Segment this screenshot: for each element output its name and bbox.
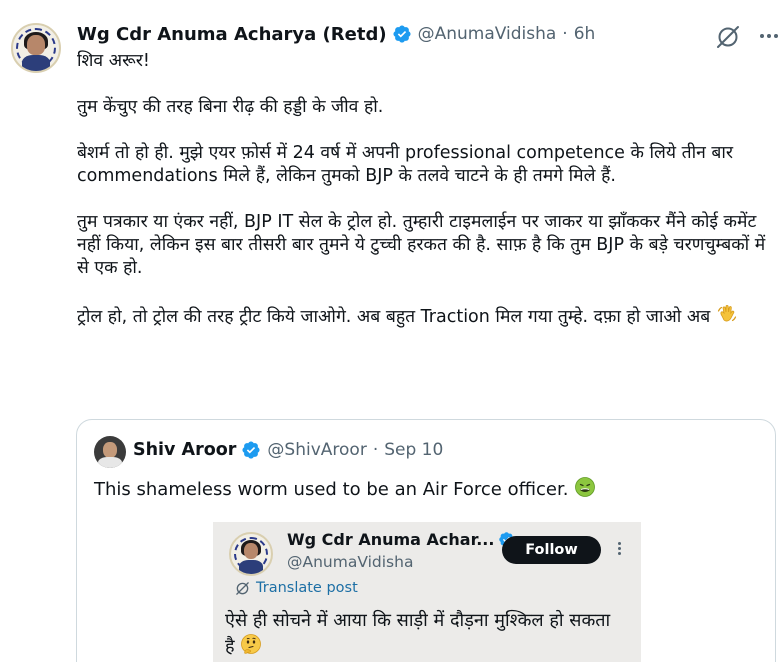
tweet-paragraph: शिव अरूर! — [77, 51, 150, 71]
quoted-tweet-text: This shameless worm used to be an Air Fo… — [94, 476, 596, 505]
translate-icon — [236, 581, 249, 595]
quoted-tweet-header: Shiv Aroor @ShivAroor · Sep 10 — [133, 440, 443, 460]
tweet-text: शिव अरूर! तुम केंचुए की तरह बिना रीढ़ की… — [77, 50, 767, 332]
quoted-tweet[interactable]: Shiv Aroor @ShivAroor · Sep 10 This sham… — [76, 419, 776, 662]
embedded-header: Wg Cdr Anuma Achar... — [287, 530, 515, 549]
quoted-author-handle[interactable]: @ShivAroor — [267, 440, 366, 460]
translate-post-link: Translate post — [235, 580, 358, 596]
author-name[interactable]: Wg Cdr Anuma Acharya (Retd) — [77, 24, 387, 45]
more-options-icon[interactable] — [760, 34, 778, 38]
embedded-author-handle: @AnumaVidisha — [287, 553, 414, 571]
embedded-author-name: Wg Cdr Anuma Achar... — [287, 530, 495, 549]
timestamp[interactable]: 6h — [574, 24, 596, 44]
quoted-author-avatar[interactable] — [94, 436, 126, 468]
waving-hand-emoji-icon — [716, 303, 738, 332]
tweet-header: Wg Cdr Anuma Acharya (Retd) @AnumaVidish… — [77, 22, 595, 46]
tweet-paragraph-last: ट्रोल हो, तो ट्रोल की तरह ट्रीट किये जाओ… — [77, 303, 767, 332]
tweet-paragraph: तुम पत्रकार या एंकर नहीं, BJP IT सेल के … — [77, 212, 766, 278]
author-avatar[interactable] — [11, 23, 61, 73]
embedded-post-text: ऐसे ही सोचने में आया कि साड़ी में दौड़ना… — [225, 608, 625, 662]
thinking-face-emoji-icon — [240, 633, 262, 662]
nauseated-face-emoji-icon — [574, 476, 596, 505]
embedded-more-options-icon — [618, 542, 621, 555]
grok-icon[interactable] — [715, 24, 741, 50]
tweet: Wg Cdr Anuma Acharya (Retd) @AnumaVidish… — [0, 0, 783, 662]
tweet-paragraph: बेशर्म तो हो ही. मुझे एयर फ़ोर्स में 24 … — [77, 143, 734, 186]
author-handle[interactable]: @AnumaVidisha — [418, 24, 557, 44]
embedded-screenshot[interactable]: Wg Cdr Anuma Achar... @AnumaVidisha Foll… — [213, 522, 641, 662]
separator-dot: · — [562, 24, 568, 44]
follow-button: Follow — [502, 536, 601, 564]
verified-badge-icon — [241, 440, 261, 460]
quoted-author-name[interactable]: Shiv Aroor — [133, 440, 236, 460]
tweet-paragraph: तुम केंचुए की तरह बिना रीढ़ की हड्डी के … — [77, 97, 384, 117]
verified-badge-icon — [392, 24, 412, 44]
embedded-author-avatar — [229, 532, 273, 576]
separator-dot: · — [372, 440, 379, 460]
quoted-date[interactable]: Sep 10 — [384, 440, 443, 460]
